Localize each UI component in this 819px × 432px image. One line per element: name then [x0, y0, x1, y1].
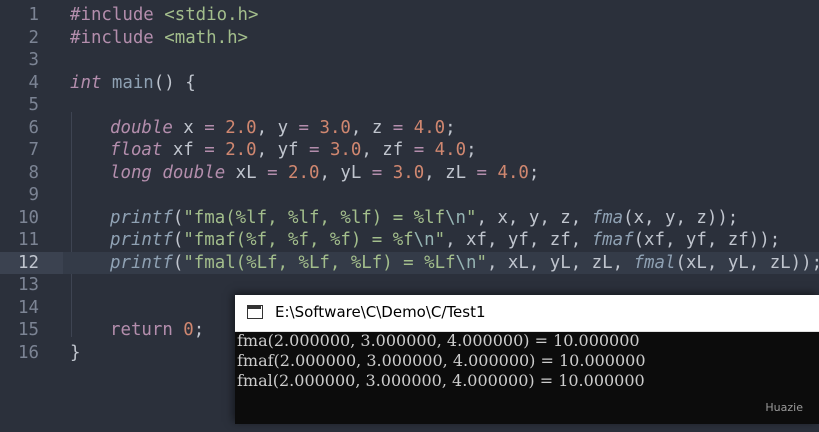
line-number: 6 [28, 117, 39, 138]
line-number: 1 [28, 5, 39, 25]
console-output-line: fmaf(2.000000, 3.000000, 4.000000) = 10.… [237, 351, 646, 370]
code-line[interactable]: 1 #include <stdio.h> [0, 4, 819, 27]
code-line[interactable]: 4 int main() { [0, 72, 819, 95]
code-line[interactable]: 3 [0, 49, 819, 72]
line-number: 11 [18, 230, 39, 250]
code-line-active[interactable]: 12 printf("fmal(%Lf, %Lf, %Lf) = %Lf\n",… [0, 251, 819, 274]
line-number: 12 [18, 252, 39, 273]
line-number: 15 [18, 320, 39, 340]
console-title: E:\Software\C\Demo\C/Test1 [275, 303, 486, 321]
code-text: float xf = 2.0, yf = 3.0, zf = 4.0; [110, 140, 477, 160]
line-number: 2 [28, 27, 39, 48]
console-window[interactable]: E:\Software\C\Demo\C/Test1 fma(2.000000,… [235, 295, 819, 424]
code-text: printf("fma(%lf, %lf, %lf) = %lf\n", x, … [110, 207, 739, 228]
line-number: 4 [28, 72, 39, 93]
code-text: double x = 2.0, y = 3.0, z = 4.0; [110, 117, 456, 138]
line-number: 16 [18, 342, 39, 363]
code-line[interactable]: 5 [0, 94, 819, 117]
code-line[interactable]: 2 #include <math.h> [0, 27, 819, 50]
console-output[interactable]: fma(2.000000, 3.000000, 4.000000) = 10.0… [235, 331, 819, 391]
code-line[interactable]: 8 long double xL = 2.0, yL = 3.0, zL = 4… [0, 162, 819, 185]
line-number: 14 [18, 297, 39, 318]
code-line[interactable]: 10 printf("fma(%lf, %lf, %lf) = %lf\n", … [0, 207, 819, 230]
console-output-line: fmal(2.000000, 3.000000, 4.000000) = 10.… [237, 371, 645, 390]
line-number: 10 [18, 207, 39, 228]
line-number: 8 [28, 162, 39, 183]
line-number: 5 [28, 95, 39, 115]
line-number: 13 [18, 275, 39, 295]
line-number: 9 [28, 185, 39, 205]
code-line[interactable]: 11 printf("fmaf(%f, %f, %f) = %f\n", xf,… [0, 229, 819, 252]
watermark: Huazie [765, 401, 803, 414]
code-line[interactable]: 6 double x = 2.0, y = 3.0, z = 4.0; [0, 117, 819, 140]
code-text: #include <stdio.h> [70, 5, 259, 25]
code-line[interactable]: 7 float xf = 2.0, yf = 3.0, zf = 4.0; [0, 139, 819, 162]
code-line[interactable]: 9 [0, 184, 819, 207]
code-text: printf("fmaf(%f, %f, %f) = %f\n", xf, yf… [110, 230, 781, 250]
console-output-line: fma(2.000000, 3.000000, 4.000000) = 10.0… [237, 331, 640, 350]
code-line[interactable]: 13 [0, 274, 819, 297]
line-number: 3 [28, 50, 39, 70]
code-text: int main() { [70, 72, 196, 93]
console-titlebar[interactable]: E:\Software\C\Demo\C/Test1 [235, 295, 819, 332]
code-text: } [70, 342, 81, 363]
console-window-icon [247, 305, 263, 319]
code-text: return 0; [110, 320, 205, 340]
code-text: printf("fmal(%Lf, %Lf, %Lf) = %Lf\n", xL… [110, 252, 819, 273]
line-number: 7 [28, 140, 39, 160]
code-text: #include <math.h> [70, 27, 249, 48]
code-text: long double xL = 2.0, yL = 3.0, zL = 4.0… [110, 162, 540, 183]
